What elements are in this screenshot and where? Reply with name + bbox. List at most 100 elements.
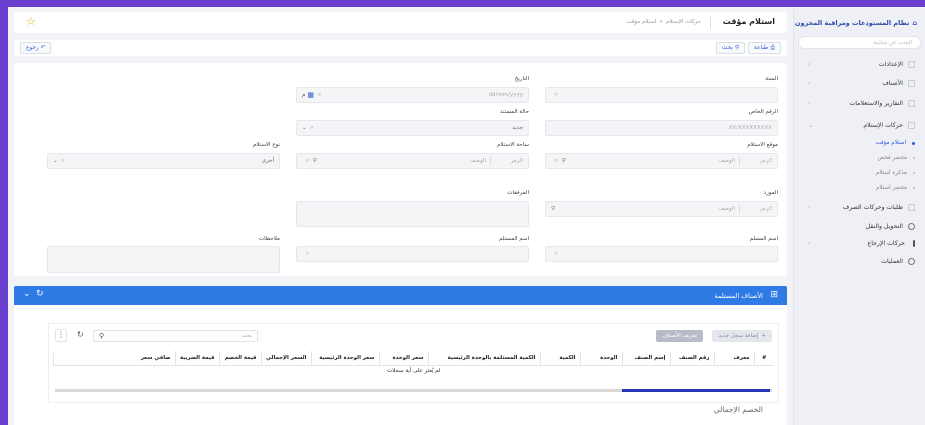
panel-title: الأصناف المستلمة (714, 292, 763, 300)
print-icon: ⎙ (770, 44, 775, 51)
column-header[interactable]: الوحدة (579, 351, 622, 365)
horizontal-scrollbar[interactable] (55, 389, 772, 392)
clear-icon[interactable]: × (61, 158, 66, 164)
empty-message: لم يُعثر على أية سجلات (386, 368, 441, 375)
receipt-type-label: نوع الاستلام (252, 142, 280, 148)
home-icon: ⌂ (912, 19, 917, 27)
clear-icon[interactable]: × (305, 158, 310, 164)
column-header[interactable]: قيمة الضريبة (174, 351, 219, 365)
column-header[interactable]: إسم الصنف (621, 351, 670, 365)
calendar-icon[interactable]: ▦ (307, 91, 314, 99)
settings-icon (908, 60, 915, 68)
table-header-row: # معرف رقم الصنف إسم الصنف الوحدة الكمية… (53, 351, 774, 365)
receiver-select[interactable]: × (296, 246, 529, 262)
grid-table-wrap: # معرف رقم الصنف إسم الصنف الوحدة الكمية… (53, 351, 774, 377)
sidebar-item-items[interactable]: الأصناف ‹ (794, 77, 925, 89)
sidebar-item-operations[interactable]: العمليات (794, 255, 925, 267)
column-header[interactable]: الكمية (539, 351, 580, 365)
chevron-left-icon: ‹ (808, 60, 811, 68)
report-icon (908, 99, 915, 107)
column-header[interactable]: السعر الإجمالي (260, 351, 311, 365)
app-title[interactable]: ⌂ نظام المستودعات ومراقبة المخزون (795, 17, 917, 29)
more-vertical-icon[interactable]: ⋮ (55, 329, 67, 342)
grid-icon: ⊞ (770, 290, 778, 300)
clear-icon[interactable]: × (305, 251, 310, 257)
search-icon[interactable]: ⚲ (313, 158, 317, 164)
column-header[interactable]: قيمة الخصم (218, 351, 261, 365)
favorite-star-icon[interactable]: ☆ (26, 15, 36, 28)
items-grid: + إضافة سجل جديد تعريف الأصناف بحث ⚲ ↻ ⋮ (48, 323, 779, 403)
column-header[interactable]: سعر الوحدة الرئيسية (310, 351, 379, 365)
app-frame: ⌂ نظام المستودعات ومراقبة المخزون البحث … (8, 7, 925, 425)
receiver-label: اسم المستلم (499, 236, 529, 242)
search-icon[interactable]: ⚲ (551, 206, 555, 212)
back-button[interactable]: ↶ رجوع (20, 42, 52, 54)
deliverer-select[interactable]: × (545, 246, 778, 262)
box-icon (908, 79, 915, 87)
column-header[interactable]: # (753, 351, 774, 365)
chevron-left-icon: ‹ (808, 99, 811, 107)
column-header[interactable]: الكمية المستلمة بالوحدة الرئيسية (427, 351, 540, 365)
clear-icon[interactable]: × (554, 92, 559, 98)
receipt-location-lookup[interactable]: الرمز الوصف ⚲ × (545, 153, 778, 169)
deliverer-label: اسم المسلم (749, 236, 778, 242)
receipt-type-select[interactable]: أخرى × ⌄ (47, 153, 280, 169)
sidebar-item-issue-requests[interactable]: طلبات وحركات الصرف ‹ (794, 201, 925, 213)
clear-icon[interactable]: × (317, 92, 322, 98)
clear-icon[interactable]: × (554, 251, 559, 257)
print-button[interactable]: ⎙ طباعة (748, 42, 781, 54)
sidebar-item-settings[interactable]: الإعدادات ‹ (794, 58, 925, 70)
supplier-lookup[interactable]: الرمز الوصف ⚲ (545, 201, 778, 217)
column-header[interactable]: صافي سعر (53, 351, 175, 365)
receipt-location-label: موقع الاستلام (747, 142, 778, 148)
empty-row: لم يُعثر على أية سجلات (54, 365, 775, 377)
sidebar-subitem-inspection[interactable]: محضر فحص (794, 153, 925, 163)
breadcrumb-item[interactable]: حركات الإستلام (666, 19, 701, 25)
refresh-icon[interactable]: ↻ (77, 330, 84, 339)
clear-icon[interactable]: × (554, 158, 559, 164)
search-icon: ⚲ (734, 45, 739, 51)
doc-status-select[interactable]: جديد × ⌄ (296, 120, 529, 136)
search-icon[interactable]: ⚲ (562, 158, 566, 164)
plus-icon: + (761, 333, 766, 339)
notes-textarea[interactable] (47, 246, 280, 273)
receipt-area-label: ساحة الاستلام (496, 142, 529, 148)
sidebar-item-transfer[interactable]: التحويل والنقل (794, 220, 925, 232)
column-header[interactable]: معرف (713, 351, 754, 365)
year-select[interactable]: × (545, 87, 778, 103)
breadcrumb-separator: » (659, 18, 663, 25)
search-button[interactable]: ⚲ بحث (715, 42, 745, 54)
screen-search-input[interactable]: البحث عن شاشة (798, 36, 921, 49)
chevron-down-icon[interactable]: ⌄ (23, 289, 31, 299)
chevron-left-icon: ‹ (808, 79, 811, 87)
breadcrumb: حركات الإستلام » استلام مؤقت (626, 19, 701, 25)
clear-icon[interactable]: × (310, 125, 315, 131)
date-label: التاريخ (514, 76, 529, 82)
scrollbar-thumb[interactable] (622, 389, 770, 392)
column-header[interactable]: سعر الوحدة (378, 351, 428, 365)
column-header[interactable]: رقم الصنف (669, 351, 714, 365)
grid-search-input[interactable]: بحث ⚲ (93, 330, 258, 342)
sidebar-subitem-temp-receipt[interactable]: استلام مؤقت (794, 138, 925, 148)
bar-icon (913, 239, 915, 247)
refresh-icon[interactable]: ↻ (36, 289, 44, 299)
search-icon: ⚲ (99, 332, 105, 340)
sidebar-item-reports[interactable]: التقارير والاستعلامات ‹ (794, 97, 925, 109)
notes-label: ملاحظات (259, 236, 280, 242)
sidebar-item-receipt-movements[interactable]: حركات الإستلام ⌄ (794, 119, 925, 131)
undo-icon: ↶ (40, 45, 46, 51)
attachments-field[interactable] (296, 201, 529, 227)
chevron-left-icon: ‹ (808, 203, 811, 211)
date-input[interactable]: dd/mm/yyyy × ▦ م (296, 87, 529, 103)
page-title: استلام مؤقت (722, 17, 775, 26)
chevron-down-icon: ⌄ (808, 121, 814, 129)
issue-icon (908, 203, 915, 211)
add-record-button[interactable]: + إضافة سجل جديد (712, 330, 772, 342)
action-toolbar: ⎙ طباعة ⚲ بحث ↶ رجوع (14, 40, 787, 56)
define-items-button[interactable]: تعريف الأصناف (656, 330, 703, 342)
chevron-left-icon: ‹ (808, 239, 811, 247)
sidebar-item-returns[interactable]: حركات الإرجاع ‹ (794, 237, 925, 249)
sidebar-subitem-receipt-memo[interactable]: مذكرة استلام (794, 168, 925, 178)
sidebar-subitem-receipt-report[interactable]: محضر استلام (794, 183, 925, 193)
receipt-area-lookup[interactable]: الرمز الوصف ⚲ × (296, 153, 529, 169)
